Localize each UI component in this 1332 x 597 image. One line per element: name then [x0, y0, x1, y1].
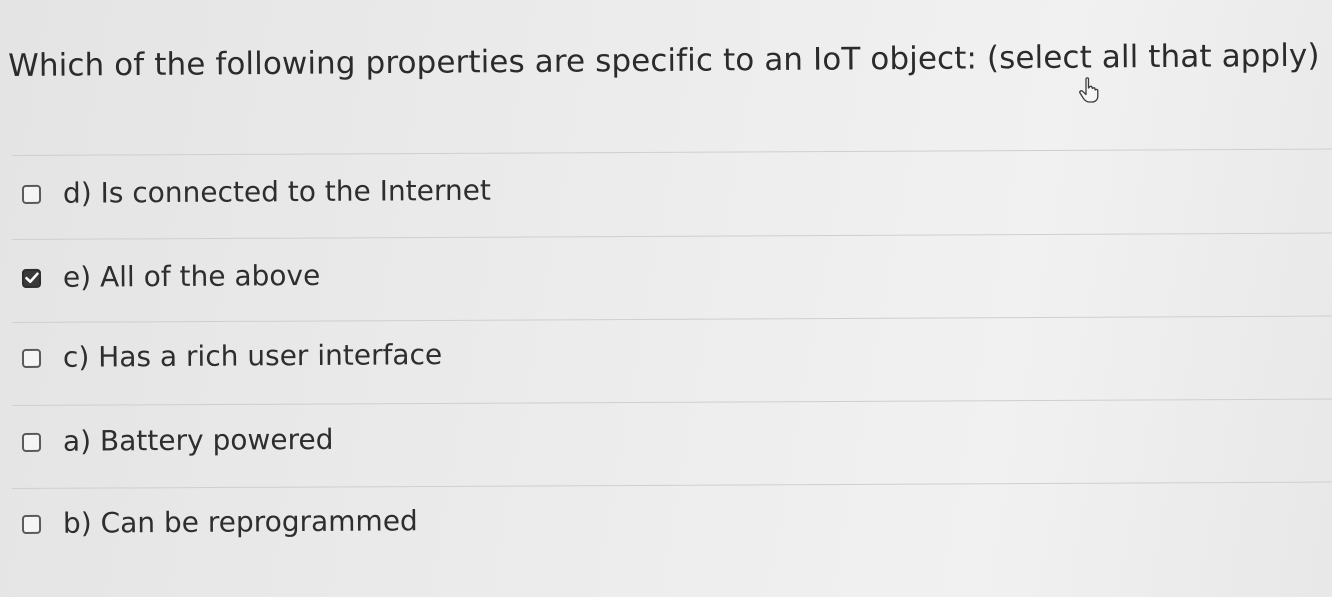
- divider: [12, 398, 1332, 406]
- quiz-screen: Which of the following properties are sp…: [0, 0, 1332, 597]
- checkbox-option-c[interactable]: [21, 348, 42, 368]
- option-b[interactable]: b) Can be reprogrammed: [21, 499, 418, 546]
- option-label: d) Is connected to the Internet: [62, 173, 492, 210]
- option-c[interactable]: c) Has a rich user interface: [21, 333, 443, 380]
- option-label: c) Has a rich user interface: [62, 338, 443, 374]
- checkbox-option-d[interactable]: [21, 184, 42, 204]
- check-mark-icon: [24, 272, 39, 284]
- option-label: e) All of the above: [62, 258, 321, 294]
- checkbox-option-b[interactable]: [21, 514, 42, 534]
- checkbox-option-e[interactable]: [21, 268, 42, 288]
- option-d[interactable]: d) Is connected to the Internet: [21, 169, 492, 216]
- answer-list: d) Is connected to the Internet e) All o…: [12, 0, 1332, 597]
- option-label: a) Battery powered: [62, 422, 334, 458]
- checkbox-option-a[interactable]: [21, 432, 42, 452]
- divider: [12, 481, 1332, 489]
- option-a[interactable]: a) Battery powered: [21, 418, 334, 464]
- divider: [12, 148, 1332, 156]
- option-e[interactable]: e) All of the above: [21, 254, 321, 300]
- option-label: b) Can be reprogrammed: [62, 504, 418, 540]
- divider: [12, 315, 1332, 323]
- divider: [12, 232, 1332, 240]
